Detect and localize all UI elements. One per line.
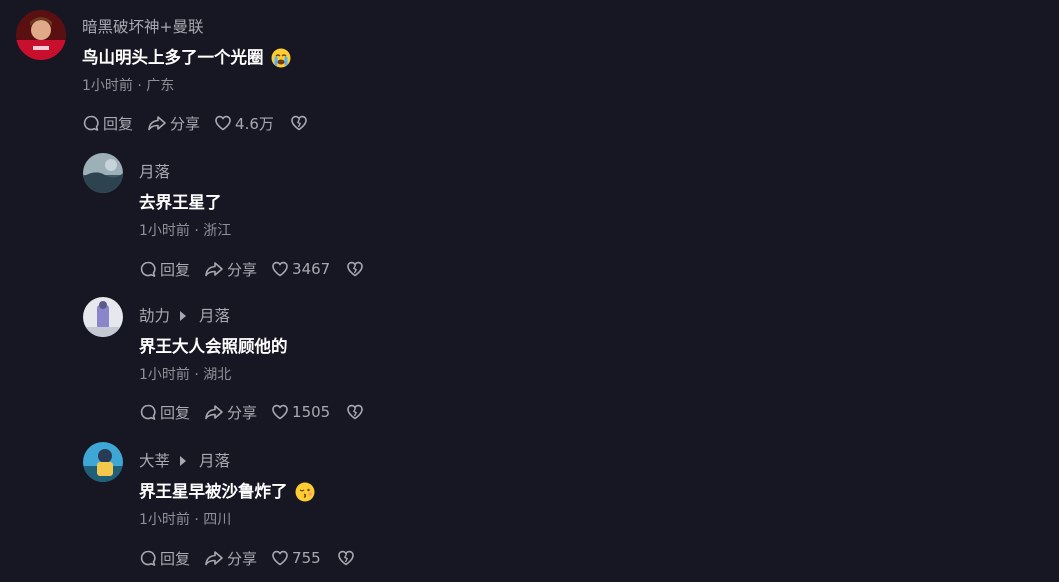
reply-label: 回复	[160, 403, 191, 422]
avatar[interactable]	[83, 153, 123, 193]
avatar[interactable]	[83, 297, 123, 337]
comment-bubble-icon	[82, 114, 103, 132]
avatar[interactable]	[16, 10, 66, 60]
share-button[interactable]: 分享	[204, 402, 257, 423]
share-label: 分享	[227, 260, 258, 279]
like-button[interactable]: 755	[271, 549, 321, 567]
dislike-button[interactable]	[346, 260, 367, 278]
reply-label: 回复	[160, 549, 191, 568]
reply-item: 大莘 月落 界王星早被沙鲁炸了 1小时前 · 四川 回复 分享 755	[83, 442, 358, 569]
comment-bubble-icon	[139, 260, 160, 278]
reply-arrow-icon	[180, 311, 187, 321]
reply-to-name[interactable]: 月落	[199, 305, 230, 327]
comment-text: 去界王星了	[139, 193, 222, 212]
share-arrow-icon	[204, 549, 227, 567]
like-button[interactable]: 4.6万	[214, 113, 274, 134]
like-count: 1505	[292, 403, 331, 421]
reply-to-name[interactable]: 月落	[199, 450, 230, 472]
reply-button[interactable]: 回复	[82, 113, 133, 134]
share-label: 分享	[227, 549, 258, 568]
comment-bubble-icon	[139, 549, 160, 567]
heart-icon	[214, 114, 235, 132]
share-button[interactable]: 分享	[204, 259, 257, 280]
comment-time-location: 1小时前 · 广东	[82, 78, 175, 94]
share-label: 分享	[227, 403, 258, 422]
comment-item: 暗黑破坏神+曼联 鸟山明头上多了一个光圈 1小时前 · 广东 回复 分享 4.6…	[16, 10, 311, 134]
dislike-button[interactable]	[346, 403, 367, 421]
like-button[interactable]: 1505	[271, 403, 330, 421]
author-name[interactable]: 月落	[139, 161, 170, 183]
reply-button[interactable]: 回复	[139, 548, 190, 569]
dislike-button[interactable]	[290, 114, 311, 132]
share-arrow-icon	[204, 260, 227, 278]
comment-section: 暗黑破坏神+曼联 鸟山明头上多了一个光圈 1小时前 · 广东 回复 分享 4.6…	[0, 0, 1059, 582]
author-name[interactable]: 暗黑破坏神+曼联	[82, 16, 204, 38]
avatar[interactable]	[83, 442, 123, 482]
reply-item: 劼力 月落 界王大人会照顾他的 1小时前 · 湖北 回复 分享 1505	[83, 297, 367, 423]
reply-button[interactable]: 回复	[139, 259, 190, 280]
heart-icon	[271, 403, 292, 421]
share-arrow-icon	[147, 114, 170, 132]
reply-button[interactable]: 回复	[139, 402, 190, 423]
heart-icon	[271, 260, 292, 278]
like-count: 755	[292, 549, 321, 567]
comment-text: 界王大人会照顾他的	[139, 337, 288, 356]
like-button[interactable]: 3467	[271, 260, 330, 278]
broken-heart-icon	[290, 114, 311, 132]
share-arrow-icon	[204, 403, 227, 421]
like-count: 4.6万	[235, 114, 274, 133]
share-button[interactable]: 分享	[147, 113, 200, 134]
like-count: 3467	[292, 260, 331, 278]
comment-time-location: 1小时前 · 湖北	[139, 367, 232, 383]
author-name[interactable]: 大莘	[139, 450, 170, 472]
crying-face-icon	[271, 48, 291, 68]
reply-item: 月落 去界王星了 1小时前 · 浙江 回复 分享 3467	[83, 153, 367, 280]
comment-bubble-icon	[139, 403, 160, 421]
broken-heart-icon	[346, 403, 367, 421]
author-name[interactable]: 劼力	[139, 305, 170, 327]
broken-heart-icon	[346, 260, 367, 278]
reply-label: 回复	[160, 260, 191, 279]
share-label: 分享	[170, 114, 201, 133]
kissing-face-icon	[295, 482, 315, 502]
reply-arrow-icon	[180, 456, 187, 466]
comment-text: 鸟山明头上多了一个光圈	[82, 48, 264, 67]
reply-label: 回复	[103, 114, 134, 133]
comment-time-location: 1小时前 · 浙江	[139, 223, 232, 239]
broken-heart-icon	[337, 549, 358, 567]
heart-icon	[271, 549, 292, 567]
comment-time-location: 1小时前 · 四川	[139, 512, 232, 528]
share-button[interactable]: 分享	[204, 548, 257, 569]
comment-text: 界王星早被沙鲁炸了	[139, 482, 288, 501]
dislike-button[interactable]	[337, 549, 358, 567]
